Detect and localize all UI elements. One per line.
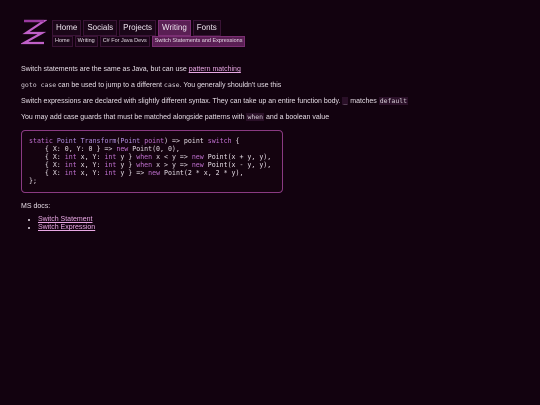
docs-link-list: Switch Statement Switch Expression xyxy=(21,216,95,232)
paragraph-switch-expressions: Switch expressions are declared with sli… xyxy=(21,97,521,106)
switch-expression-link[interactable]: Switch Expression xyxy=(38,224,95,231)
ms-docs-heading: MS docs: xyxy=(21,203,51,210)
pattern-matching-link[interactable]: pattern matching xyxy=(189,66,241,73)
paragraph-text: Switch expressions are declared with sli… xyxy=(21,98,343,105)
code-line: { X: int x, Y: int y } when x > y => new… xyxy=(29,161,272,169)
nav-writing[interactable]: Writing xyxy=(158,20,191,36)
code-line: { X: int x, Y: int y } => new Point(2 * … xyxy=(29,169,244,177)
breadcrumb-writing[interactable]: Writing xyxy=(74,36,98,47)
nav-socials[interactable]: Socials xyxy=(83,20,118,36)
site-logo[interactable] xyxy=(21,19,47,45)
breadcrumb-csharp-for-java-devs[interactable]: C# For Java Devs xyxy=(99,36,150,47)
paragraph-text: and a boolean value xyxy=(264,114,330,121)
main-nav: Home Socials Projects Writing Fonts xyxy=(52,20,221,36)
code-line: }; xyxy=(29,177,37,185)
inline-code-case: case xyxy=(163,81,180,89)
paragraph-text: Switch statements are the same as Java, … xyxy=(21,66,189,73)
breadcrumb-home[interactable]: Home xyxy=(52,36,73,47)
inline-code-default: default xyxy=(378,97,409,105)
list-item: Switch Expression xyxy=(38,224,95,232)
paragraph-text: You may add case guards that must be mat… xyxy=(21,114,247,121)
code-line: static Point Transform(Point point) => p… xyxy=(29,137,240,145)
code-line: { X: int x, Y: int y } when x < y => new… xyxy=(29,153,272,161)
nav-home[interactable]: Home xyxy=(52,20,82,36)
switch-statement-link[interactable]: Switch Statement xyxy=(38,216,92,223)
paragraph-switch-statements: Switch statements are the same as Java, … xyxy=(21,65,521,74)
nav-fonts[interactable]: Fonts xyxy=(192,20,221,36)
paragraph-text: . You generally shouldn't use this xyxy=(179,82,282,89)
paragraph-case-guards: You may add case guards that must be mat… xyxy=(21,113,521,122)
nav-projects[interactable]: Projects xyxy=(119,20,157,36)
breadcrumb-current-page[interactable]: Switch Statements and Expressions xyxy=(151,36,246,47)
paragraph-text: can be used to jump to a different xyxy=(56,82,164,89)
article: Switch statements are the same as Java, … xyxy=(21,65,521,193)
list-item: Switch Statement xyxy=(38,216,95,224)
inline-code-when: when xyxy=(246,113,265,121)
paragraph-text: matches xyxy=(348,98,379,105)
code-line: { X: 0, Y: 0 } => new Point(0, 0), xyxy=(29,145,180,153)
paragraph-goto-case: goto case can be used to jump to a diffe… xyxy=(21,81,521,90)
inline-code-goto-case: goto case xyxy=(21,81,57,89)
breadcrumb: Home Writing C# For Java Devs Switch Sta… xyxy=(52,36,246,47)
code-block: static Point Transform(Point point) => p… xyxy=(21,130,283,193)
